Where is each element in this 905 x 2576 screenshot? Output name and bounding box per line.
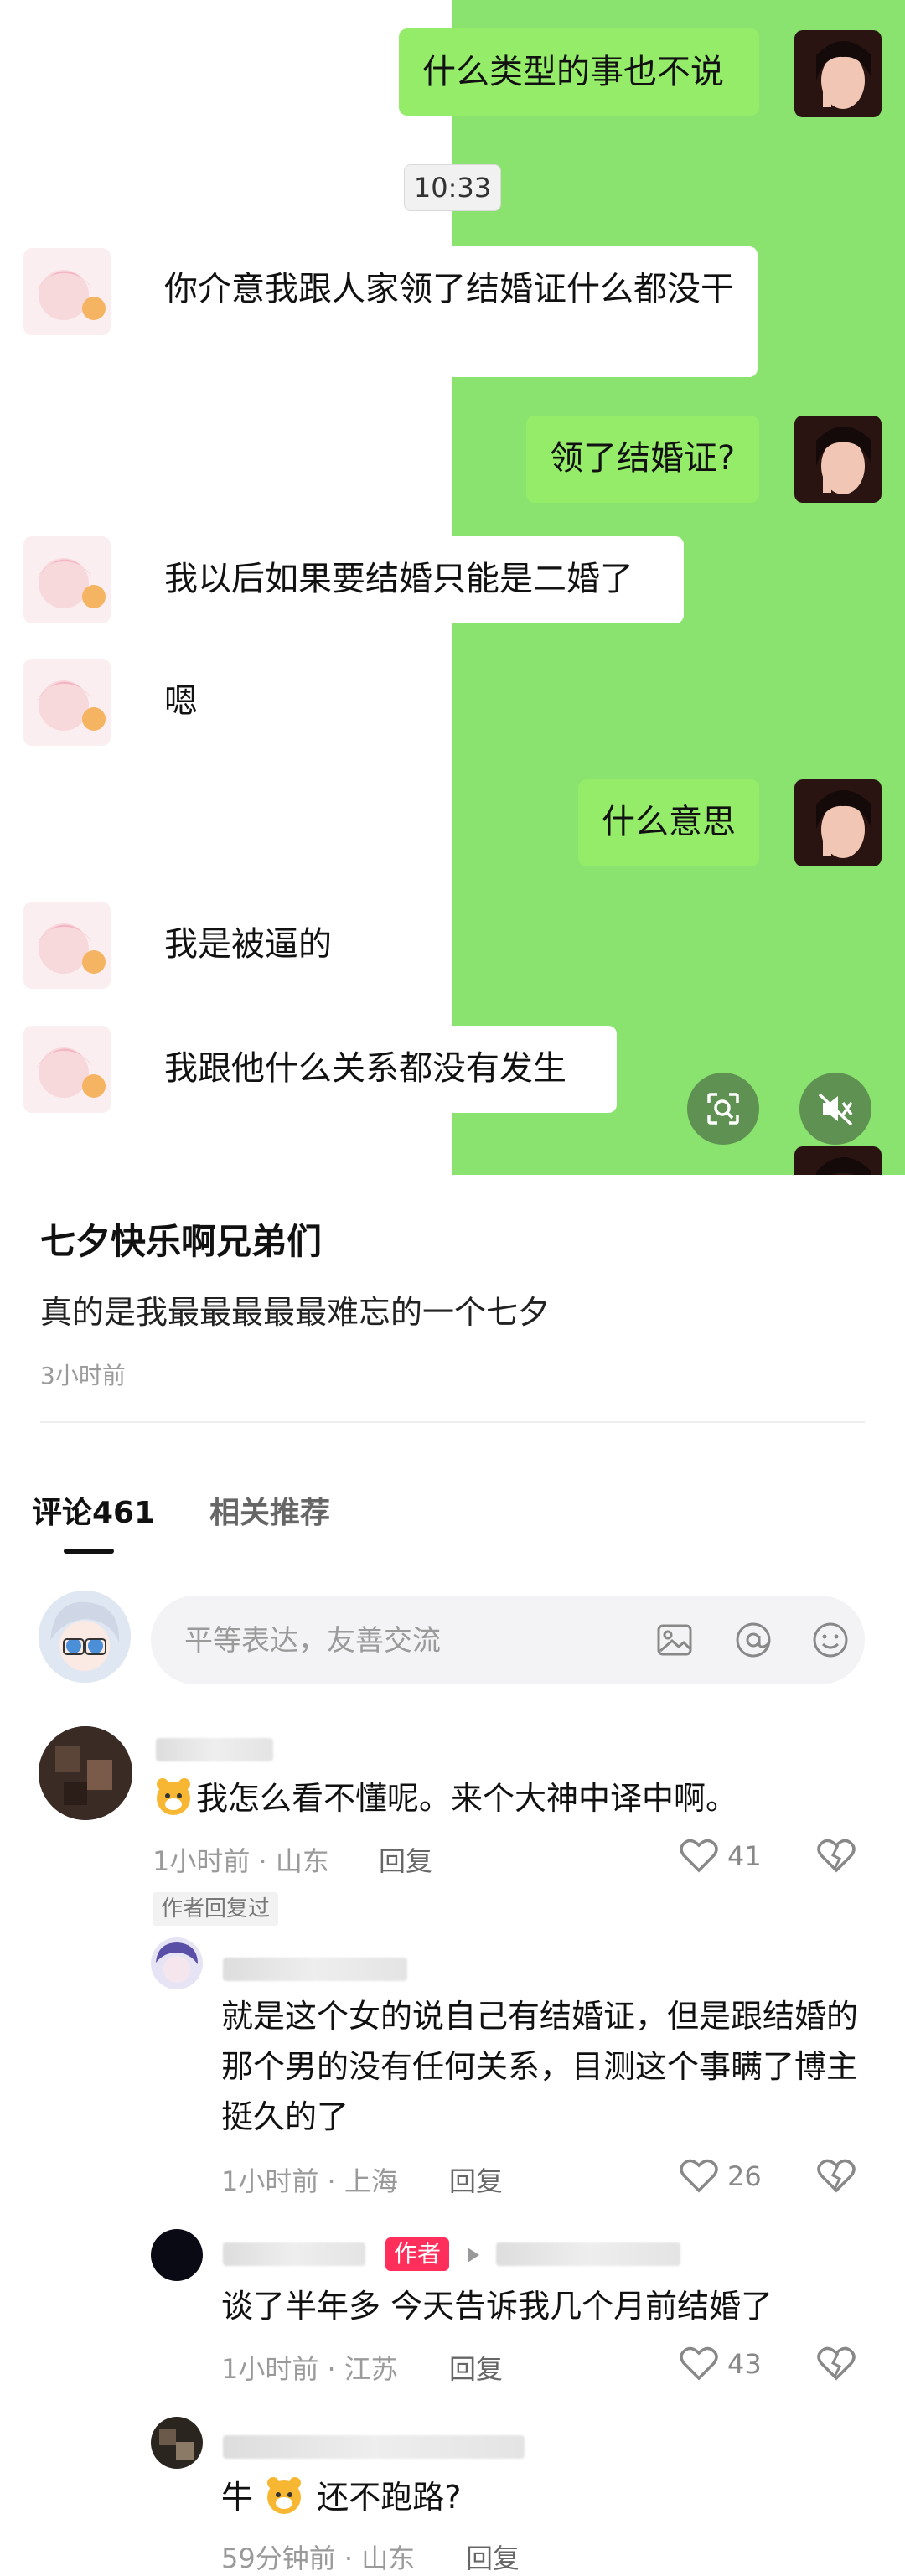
commenter-name-blurred [223, 2435, 525, 2459]
commenter-name-blurred [223, 1958, 407, 1981]
avatar-right [794, 779, 882, 866]
avatar-left [23, 1026, 111, 1113]
post-body: 真的是我最最最最最难忘的一个七夕 [40, 1294, 551, 1331]
chat-bubble-left: 嗯 [141, 659, 235, 746]
scan-search-icon [707, 1093, 739, 1125]
heart-icon[interactable] [679, 1837, 719, 1874]
author-tag: 作者 [385, 2237, 450, 2271]
commenter-avatar[interactable] [151, 1937, 203, 1989]
avatar-left [23, 902, 111, 989]
commenter-name-blurred [156, 1738, 273, 1761]
chat-bubble-right: 什么意思 [578, 779, 759, 866]
mute-icon [818, 1093, 853, 1126]
mute-button[interactable] [799, 1073, 871, 1145]
author-replied-badge: 作者回复过 [153, 1892, 279, 1926]
chat-screenshot: 什么类型的事也不说 10:33 你介意我跟人家领了结婚证什么都没干 领了结婚证?… [0, 0, 905, 1175]
avatar-right [794, 30, 882, 117]
chat-bubble-left: 我是被逼的 [141, 902, 365, 989]
reply-button[interactable]: 回复 [379, 1840, 432, 1879]
avatar-left [23, 659, 111, 746]
comment-meta: 1小时前 · 山东 [153, 1845, 329, 1877]
comment-text: 我怎么看不懂呢。来个大神中译中啊。 [153, 1773, 737, 1823]
scan-image-button[interactable] [687, 1073, 759, 1145]
comment-text: 谈了半年多 今天告诉我几个月前结婚了 [221, 2288, 773, 2325]
chat-bubble-left: 你介意我跟人家领了结婚证什么都没干 [141, 246, 758, 377]
tab-comments[interactable]: 评论461 [32, 1488, 155, 1532]
reply-to-name-blurred [496, 2242, 680, 2266]
commenter-avatar[interactable] [39, 1726, 132, 1820]
heart-icon[interactable] [679, 2345, 719, 2382]
comment-meta: 59分钟前 · 山东 [221, 2542, 416, 2574]
divider [40, 1421, 865, 1423]
avatar-left [23, 536, 111, 623]
comment-meta: 1小时前 · 上海 [221, 2165, 398, 2197]
chat-bubble-left: 我跟他什么关系都没有发生 [141, 1026, 617, 1113]
like-count: 41 [727, 1840, 762, 1872]
broken-heart-icon[interactable] [816, 2343, 856, 2383]
like-count: 43 [727, 2348, 762, 2380]
reply-button[interactable]: 回复 [466, 2537, 520, 2576]
comment-text: 就是这个女的说自己有结婚证，但是跟结婚的那个男的没有任何关系，目测这个事瞒了博主… [221, 1998, 859, 2135]
reply-button[interactable]: 回复 [449, 2348, 503, 2387]
avatar [39, 1591, 131, 1683]
avatar-right [794, 416, 882, 503]
post-time: 3小时前 [40, 1362, 126, 1389]
comment-text: 牛 还不跑路? [221, 2472, 461, 2522]
tiger-emoji-icon [157, 1778, 190, 1815]
broken-heart-icon[interactable] [816, 2155, 856, 2196]
emoji-icon[interactable] [809, 1619, 851, 1661]
post-title: 七夕快乐啊兄弟们 [40, 1221, 323, 1262]
at-mention-icon[interactable] [732, 1619, 774, 1661]
avatar-left [23, 248, 111, 335]
heart-icon[interactable] [679, 2157, 719, 2194]
play-arrow-icon [468, 2248, 479, 2263]
avatar-right [794, 1146, 882, 1175]
comment-meta: 1小时前 · 江苏 [221, 2353, 398, 2385]
broken-heart-icon[interactable] [816, 1835, 856, 1875]
tab-active-indicator [64, 1549, 114, 1554]
comment-input-box[interactable] [151, 1596, 865, 1686]
chat-bubble-left: 我以后如果要结婚只能是二婚了 [141, 536, 684, 623]
like-count: 26 [727, 2160, 762, 2192]
commenter-avatar[interactable] [151, 2417, 203, 2469]
image-icon[interactable] [654, 1619, 696, 1661]
author-avatar[interactable] [151, 2229, 203, 2281]
tab-related[interactable]: 相关推荐 [209, 1488, 330, 1532]
chat-bubble-right: 什么类型的事也不说 [399, 28, 759, 116]
tiger-emoji-icon [267, 2477, 302, 2514]
commenter-name-blurred [223, 2242, 365, 2266]
chat-timestamp: 10:33 [404, 164, 501, 211]
reply-button[interactable]: 回复 [449, 2160, 503, 2199]
comment-input[interactable] [183, 1596, 605, 1686]
chat-bubble-right: 领了结婚证? [526, 416, 759, 503]
